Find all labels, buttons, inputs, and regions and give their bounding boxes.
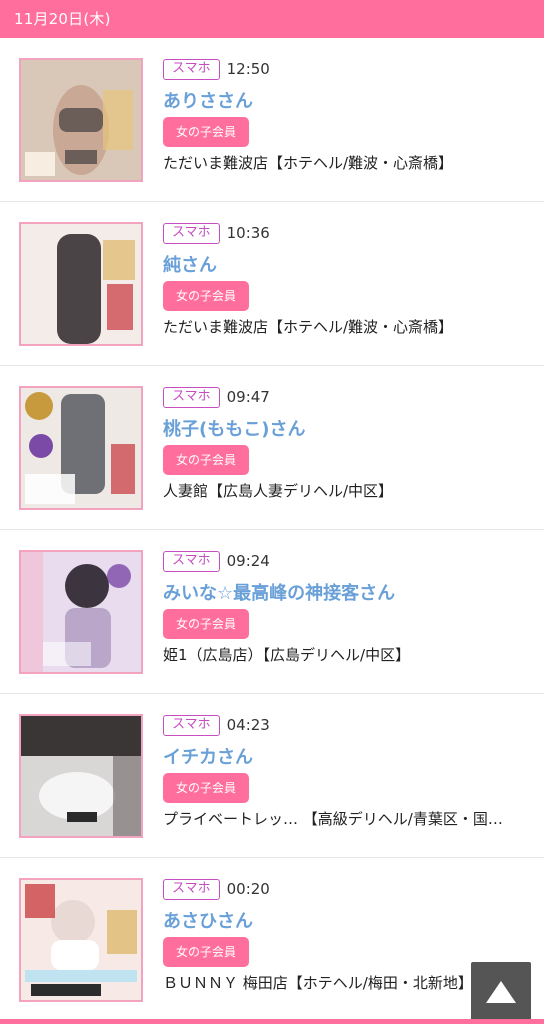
thumbnail-image[interactable] bbox=[19, 878, 143, 1002]
list-item[interactable]: スマホ 09:24 みいな☆最高峰の神接客さん 女の子会員 姫1（広島店）【広島… bbox=[0, 530, 544, 694]
thumbnail-image[interactable] bbox=[19, 222, 143, 346]
post-time: 09:47 bbox=[226, 388, 270, 406]
post-time: 10:36 bbox=[226, 224, 270, 242]
smartphone-tag: スマホ bbox=[163, 222, 220, 244]
girl-name-link[interactable]: あさひさん bbox=[163, 907, 530, 931]
shop-name[interactable]: プライベートレッ… 【高級デリヘル/青葉区・国… bbox=[163, 808, 530, 830]
bottom-accent-bar bbox=[0, 1019, 544, 1024]
smartphone-tag: スマホ bbox=[163, 58, 220, 80]
shop-name[interactable]: 人妻館【広島人妻デリヘル/中区】 bbox=[163, 480, 530, 502]
post-time: 12:50 bbox=[226, 60, 270, 78]
girl-name-link[interactable]: 桃子(ももこ)さん bbox=[163, 415, 530, 439]
member-badge: 女の子会員 bbox=[163, 445, 250, 475]
up-triangle-icon bbox=[486, 981, 516, 1003]
smartphone-tag: スマホ bbox=[163, 878, 220, 900]
post-time: 09:24 bbox=[226, 552, 270, 570]
member-badge: 女の子会員 bbox=[163, 281, 250, 311]
girl-name-link[interactable]: ありささん bbox=[163, 87, 530, 111]
list-item[interactable]: スマホ 09:47 桃子(ももこ)さん 女の子会員 人妻館【広島人妻デリヘル/中… bbox=[0, 366, 544, 530]
member-badge: 女の子会員 bbox=[163, 117, 250, 147]
smartphone-tag: スマホ bbox=[163, 550, 220, 572]
post-time: 00:20 bbox=[226, 880, 270, 898]
girl-name-link[interactable]: みいな☆最高峰の神接客さん bbox=[163, 579, 530, 603]
girl-name-link[interactable]: イチカさん bbox=[163, 743, 530, 767]
list-item[interactable]: スマホ 00:20 あさひさん 女の子会員 ＢＵＮＮＹ 梅田店【ホテヘル/梅田・… bbox=[0, 858, 544, 1022]
shop-name[interactable]: ただいま難波店【ホテヘル/難波・心斎橋】 bbox=[163, 316, 530, 338]
member-badge: 女の子会員 bbox=[163, 609, 250, 639]
thumbnail-image[interactable] bbox=[19, 58, 143, 182]
thumbnail-image[interactable] bbox=[19, 550, 143, 674]
list-item[interactable]: スマホ 04:23 イチカさん 女の子会員 プライベートレッ… 【高級デリヘル/… bbox=[0, 694, 544, 858]
date-header: 11月20日(木) bbox=[0, 0, 544, 38]
member-badge: 女の子会員 bbox=[163, 773, 250, 803]
shop-name[interactable]: 姫1（広島店）【広島デリヘル/中区】 bbox=[163, 644, 530, 666]
list-item[interactable]: スマホ 12:50 ありささん 女の子会員 ただいま難波店【ホテヘル/難波・心斎… bbox=[0, 38, 544, 202]
date-label: 11月20日(木) bbox=[14, 10, 111, 28]
list-item[interactable]: スマホ 10:36 純さん 女の子会員 ただいま難波店【ホテヘル/難波・心斎橋】 bbox=[0, 202, 544, 366]
post-time: 04:23 bbox=[226, 716, 270, 734]
thumbnail-image[interactable] bbox=[19, 714, 143, 838]
smartphone-tag: スマホ bbox=[163, 714, 220, 736]
shop-name[interactable]: ただいま難波店【ホテヘル/難波・心斎橋】 bbox=[163, 152, 530, 174]
thumbnail-image[interactable] bbox=[19, 386, 143, 510]
scroll-to-top-button[interactable] bbox=[471, 962, 531, 1022]
girl-name-link[interactable]: 純さん bbox=[163, 251, 530, 275]
smartphone-tag: スマホ bbox=[163, 386, 220, 408]
member-badge: 女の子会員 bbox=[163, 937, 250, 967]
